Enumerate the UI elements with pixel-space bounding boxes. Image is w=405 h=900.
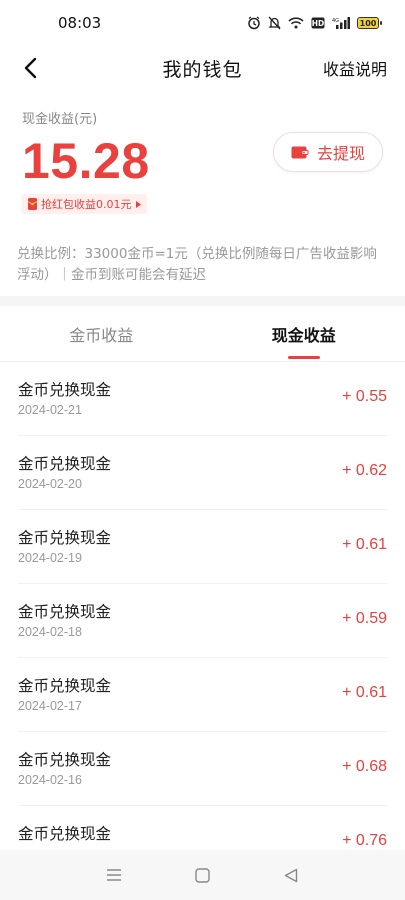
chevron-left-icon <box>24 57 37 79</box>
record-date: 2024-02-17 <box>18 699 82 713</box>
record-title: 金币兑换现金 <box>18 751 112 769</box>
svg-text:4G: 4G <box>332 18 339 24</box>
battery-icon: 100 <box>357 17 382 29</box>
status-time: 08:03 <box>58 14 102 32</box>
list-item: 金币兑换现金 2024-02-17 + 0.61 <box>18 658 387 732</box>
earnings-tabs: 金币收益 现金收益 <box>0 306 405 362</box>
list-item: 金币兑换现金 2024-02-21 + 0.55 <box>18 362 387 436</box>
wallet-summary: 现金收益(元) 15.28 去提现 抢红包收益0.01元 <box>0 94 405 224</box>
section-divider <box>0 296 405 306</box>
record-title: 金币兑换现金 <box>18 677 112 695</box>
home-button[interactable] <box>182 855 222 895</box>
record-amount: + 0.61 <box>342 536 387 553</box>
redpacket-earnings-label: 抢红包收益0.01元 <box>41 198 132 211</box>
record-date: 2024-02-21 <box>18 403 82 417</box>
hd-icon: HD <box>311 17 325 29</box>
record-date: 2024-02-19 <box>18 551 82 565</box>
wifi-icon <box>288 17 304 29</box>
system-navigation-bar <box>0 850 405 900</box>
redpacket-earnings-tag[interactable]: 抢红包收益0.01元 <box>22 194 147 214</box>
record-title: 金币兑换现金 <box>18 529 112 547</box>
list-item: 金币兑换现金 2024-02-20 + 0.62 <box>18 436 387 510</box>
record-amount: + 0.55 <box>342 388 387 405</box>
menu-icon <box>107 869 122 881</box>
menu-button[interactable] <box>94 855 134 895</box>
record-amount: + 0.68 <box>342 758 387 775</box>
back-icon <box>284 868 298 882</box>
alarm-icon <box>247 16 261 30</box>
record-amount: + 0.61 <box>342 684 387 701</box>
list-item: 金币兑换现金 2024-02-19 + 0.61 <box>18 510 387 584</box>
record-title: 金币兑换现金 <box>18 381 112 399</box>
record-amount: + 0.76 <box>342 832 387 849</box>
back-button[interactable] <box>14 52 46 84</box>
record-title: 金币兑换现金 <box>18 455 112 473</box>
cash-earnings-label: 现金收益(元) <box>22 112 98 127</box>
home-icon <box>195 867 210 883</box>
red-envelope-icon <box>28 198 37 210</box>
cash-earnings-amount: 15.28 <box>22 133 150 189</box>
record-amount: + 0.59 <box>342 610 387 627</box>
record-date: 2024-02-16 <box>18 773 82 787</box>
mute-icon <box>268 16 281 30</box>
page-title: 我的钱包 <box>162 58 243 81</box>
list-item: 金币兑换现金 2024-02-18 + 0.59 <box>18 584 387 658</box>
system-back-button[interactable] <box>271 855 311 895</box>
record-title: 金币兑换现金 <box>18 603 112 621</box>
status-bar: 08:03 HD 4G 100 <box>0 0 405 46</box>
wallet-icon <box>291 146 309 159</box>
svg-text:HD: HD <box>312 19 325 28</box>
record-date: 2024-02-20 <box>18 477 82 491</box>
tab-cash-earnings[interactable]: 现金收益 <box>203 306 405 361</box>
caret-right-icon <box>135 200 141 208</box>
signal-icon: 4G <box>332 17 350 29</box>
withdraw-button[interactable]: 去提现 <box>273 132 383 172</box>
status-icons: HD 4G 100 <box>247 16 382 30</box>
tab-coin-earnings[interactable]: 金币收益 <box>0 306 203 361</box>
record-title: 金币兑换现金 <box>18 825 112 843</box>
earnings-explanation-link[interactable]: 收益说明 <box>323 56 387 80</box>
nav-bar: 我的钱包 收益说明 <box>0 46 405 90</box>
withdraw-label: 去提现 <box>316 144 365 163</box>
record-amount: + 0.62 <box>342 462 387 479</box>
exchange-rate-note: 兑换比例：33000金币=1元（兑换比例随每日广告收益影响浮动）｜金币到账可能会… <box>17 246 377 283</box>
record-date: 2024-02-18 <box>18 625 82 639</box>
list-item: 金币兑换现金 2024-02-16 + 0.68 <box>18 732 387 806</box>
earnings-record-list: 金币兑换现金 2024-02-21 + 0.55 金币兑换现金 2024-02-… <box>0 362 405 880</box>
